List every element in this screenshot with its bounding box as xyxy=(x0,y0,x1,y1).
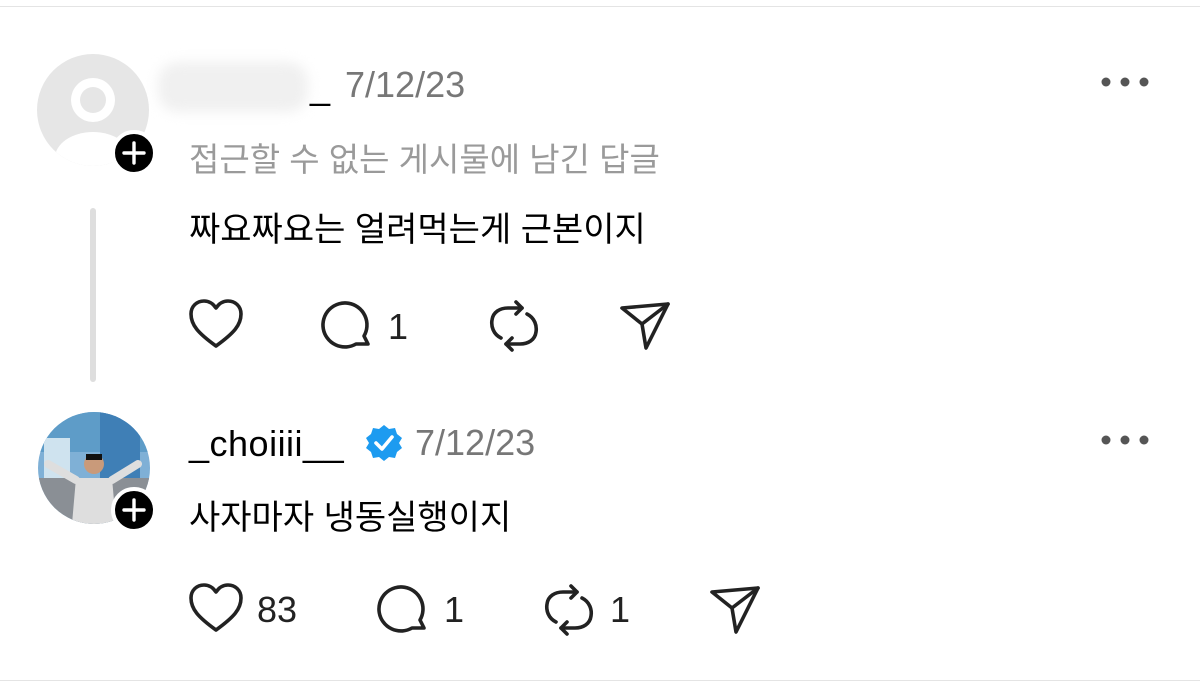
bottom-divider xyxy=(0,680,1200,681)
more-dots-icon xyxy=(1101,77,1149,87)
post-text: 짜요짜요는 얼려먹는게 근본이지 xyxy=(189,211,646,249)
send-paper-plane-icon xyxy=(710,586,760,634)
repost-button[interactable] xyxy=(486,298,542,359)
follow-plus-button[interactable] xyxy=(111,487,157,533)
share-button[interactable] xyxy=(618,300,674,357)
repost-icon xyxy=(544,584,594,636)
thread-line xyxy=(90,208,96,382)
plus-icon xyxy=(122,141,146,165)
plus-icon xyxy=(122,498,146,522)
more-dots-icon xyxy=(1101,435,1149,445)
reply-count: 1 xyxy=(388,306,409,347)
send-paper-plane-icon xyxy=(620,302,670,350)
comment-bubble-icon xyxy=(377,585,426,633)
repost-count: 1 xyxy=(610,589,631,630)
more-options-button[interactable] xyxy=(1100,72,1150,97)
repost-icon xyxy=(489,300,539,352)
reply-count: 1 xyxy=(444,589,465,630)
username[interactable]: _choiiii__ xyxy=(189,423,344,465)
post-date: 7/12/23 xyxy=(345,64,466,105)
post-1: _ 7/12/23 접근할 수 없는 게시물에 남긴 답글 짜요짜요는 얼려먹는… xyxy=(0,0,1200,390)
repost-button[interactable] xyxy=(541,582,597,643)
post-date: 7/12/23 xyxy=(415,422,536,463)
reply-button[interactable] xyxy=(376,582,432,643)
blurred-username-redaction xyxy=(158,62,308,112)
comment-bubble-icon xyxy=(321,301,370,349)
heart-icon xyxy=(189,299,243,348)
heart-icon xyxy=(189,583,243,632)
share-button[interactable] xyxy=(708,584,764,641)
more-options-button[interactable] xyxy=(1100,430,1150,455)
like-count: 83 xyxy=(257,589,298,630)
like-button[interactable] xyxy=(188,582,244,639)
post-text: 사자마자 냉동실행이지 xyxy=(189,499,512,537)
follow-plus-button[interactable] xyxy=(111,130,157,176)
like-button[interactable] xyxy=(188,298,244,355)
reply-context: 접근할 수 없는 게시물에 남긴 답글 xyxy=(189,141,660,178)
verified-badge-icon xyxy=(364,423,404,468)
post-2: _choiiii__ 7/12/23 사자마자 냉동실행이지 83 1 1 xyxy=(0,390,1200,683)
username[interactable]: _ xyxy=(310,66,331,108)
reply-button[interactable] xyxy=(320,298,376,359)
